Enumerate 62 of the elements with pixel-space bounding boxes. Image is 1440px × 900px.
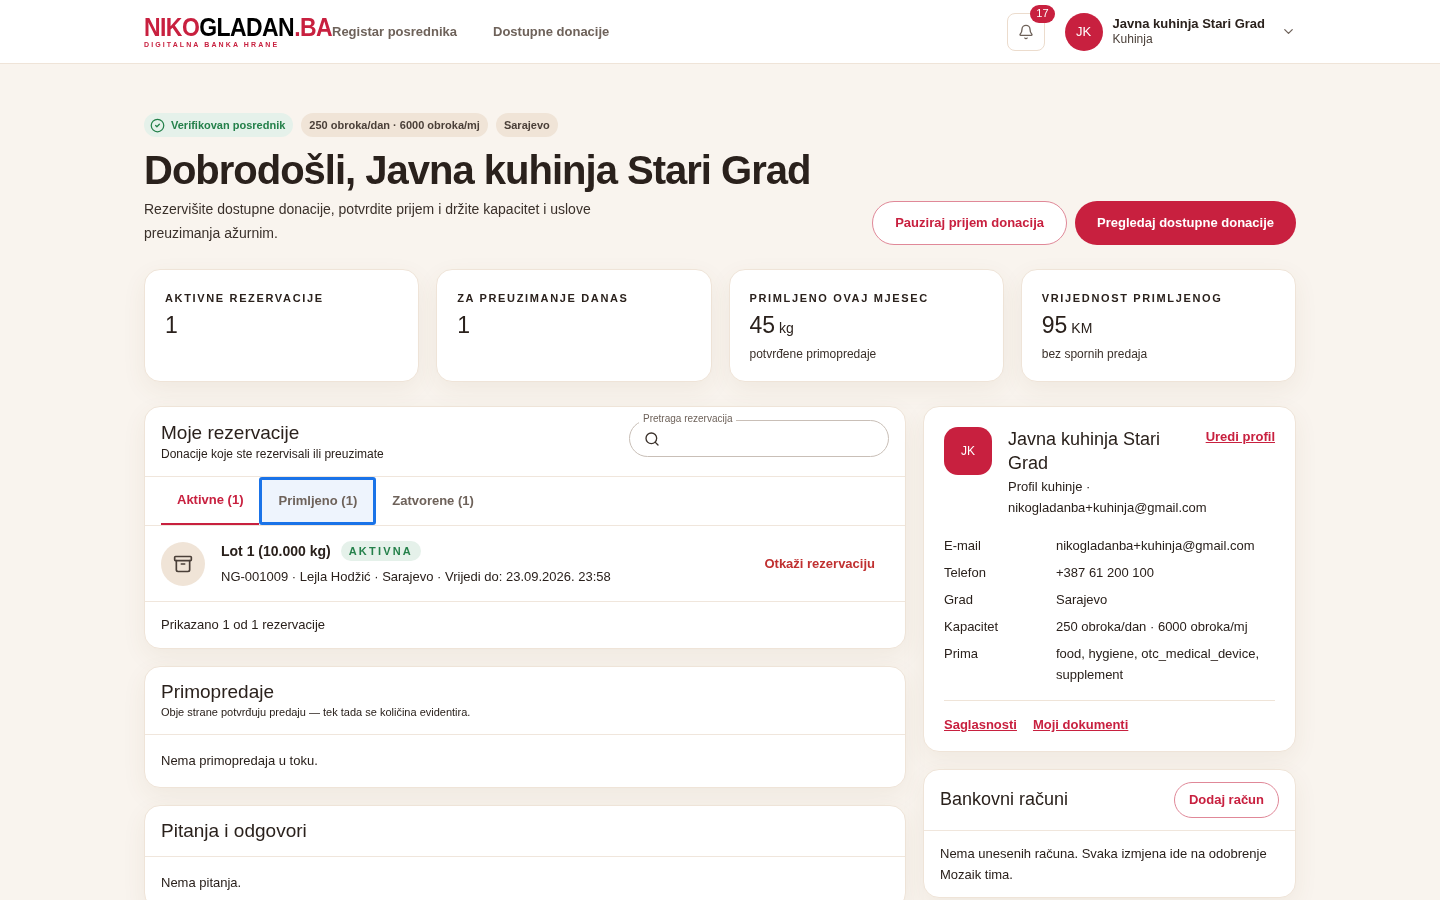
section-title: Primopredaje — [161, 679, 275, 704]
stat-value: 45 — [749, 310, 776, 339]
stat-value: 95 — [1041, 310, 1068, 339]
stat-unit: KM — [1071, 318, 1093, 338]
stat-note: potvrđene primopredaje — [749, 345, 878, 363]
stat-value: 1 — [457, 310, 471, 339]
field-label: E-mail — [944, 537, 982, 555]
field-value: food, hygiene, otc_medical_device, supplement — [1056, 645, 1261, 684]
tab[interactable]: Zatvorene (1) — [376, 477, 490, 525]
section-title: Moje rezervacije — [161, 421, 301, 445]
verified-badge: Verifikovan posrednik — [144, 113, 294, 137]
stat-note: bez spornih predaja — [1041, 345, 1149, 363]
lot-details: NG-001009 · Lejla Hodžić · Sarajevo · Vrijedi do: 23.09.2026. 23:58 — [221, 567, 612, 586]
profile-link[interactable]: Saglasnosti — [944, 715, 1017, 735]
user-role: Kuhinja — [1112, 32, 1154, 48]
field-label: Kapacitet — [944, 618, 1000, 636]
search-icon — [644, 430, 660, 447]
empty-message: Nema pitanja. — [160, 873, 243, 892]
profile-subtitle: Profil kuhinje · nikogladanba+kuhinja@gmail.com — [1008, 478, 1208, 517]
section-title: Pitanja i odgovori — [161, 818, 308, 843]
browse-donations-button[interactable]: Pregledaj dostupne donacije — [1075, 201, 1296, 245]
cancel-link[interactable]: Otkaži rezervaciju — [764, 553, 875, 574]
section-subtitle: Obje strane potvrđuju predaju — tek tada se količina evidentira. — [161, 704, 472, 720]
page-subtitle: Rezervišite dostupne donacije, potvrdite prijem i držite kapacitet i uslove preuzimanja ažurnim. — [144, 200, 592, 243]
nav-link[interactable]: Dostupne donacije — [493, 21, 610, 42]
stat-value: 1 — [165, 310, 178, 339]
field-label: Prima — [944, 645, 979, 663]
search-label: Pretraga rezervacija — [639, 412, 737, 426]
section-title: Bankovni računi — [940, 788, 1069, 811]
stat-label: PRIMLJENO OVAJ MJESEC — [749, 291, 930, 306]
empty-message: Nema primopredaja u toku. — [160, 752, 319, 770]
stat-unit: kg — [779, 318, 794, 338]
bell-icon — [1017, 23, 1034, 40]
section-subtitle: Donacije koje ste rezervisali ili preuzimate — [161, 446, 384, 463]
check-circle-icon — [150, 117, 165, 133]
info-badge: 250 obroka/dan · 6000 obroka/mj — [301, 113, 488, 137]
avatar[interactable]: JK — [1064, 12, 1103, 51]
field-value: 250 obroka/dan · 6000 obroka/mj — [1056, 618, 1248, 636]
profile-avatar: JK — [944, 427, 992, 475]
page-title: Dobrodošli, Javna kuhinja Stari Grad — [144, 147, 812, 194]
field-value: +387 61 200 100 — [1056, 564, 1154, 582]
stat-label: VRIJEDNOST PRIMLJENOG — [1041, 291, 1224, 306]
info-badge: Sarajevo — [495, 113, 558, 137]
field-label: Grad — [944, 591, 974, 609]
user-name: Javna kuhinja Stari Grad — [1112, 15, 1265, 33]
tab[interactable]: Primljeno (1) — [259, 477, 377, 525]
results-count: Prikazano 1 od 1 rezervacije — [160, 616, 327, 634]
status-badge: AKTIVNA — [340, 541, 421, 562]
stat-label: ZA PREUZIMANJE DANAS — [457, 291, 630, 306]
pause-button[interactable]: Pauziraj prijem donacija — [872, 201, 1067, 245]
field-label: Telefon — [944, 564, 987, 582]
field-value: nikogladanba+kuhinja@gmail.com — [1056, 537, 1255, 555]
stat-label: AKTIVNE REZERVACIJE — [165, 291, 325, 306]
archive-icon — [173, 553, 193, 574]
nav-link[interactable]: Registar posrednika — [332, 21, 457, 42]
edit-profile-link[interactable]: Uredi profil — [1205, 427, 1275, 475]
notification-count: 17 — [1030, 4, 1055, 23]
field-value: Sarajevo — [1056, 591, 1108, 609]
profile-link[interactable]: Moji dokumenti — [1032, 715, 1129, 735]
lot-title: Lot 1 (10.000 kg) — [221, 541, 331, 561]
empty-message: Nema unesenih računa. Svaka izmjena ide na odobrenje Mozaik tima. — [939, 844, 1268, 884]
profile-name: Javna kuhinja Stari Grad — [1008, 428, 1162, 475]
